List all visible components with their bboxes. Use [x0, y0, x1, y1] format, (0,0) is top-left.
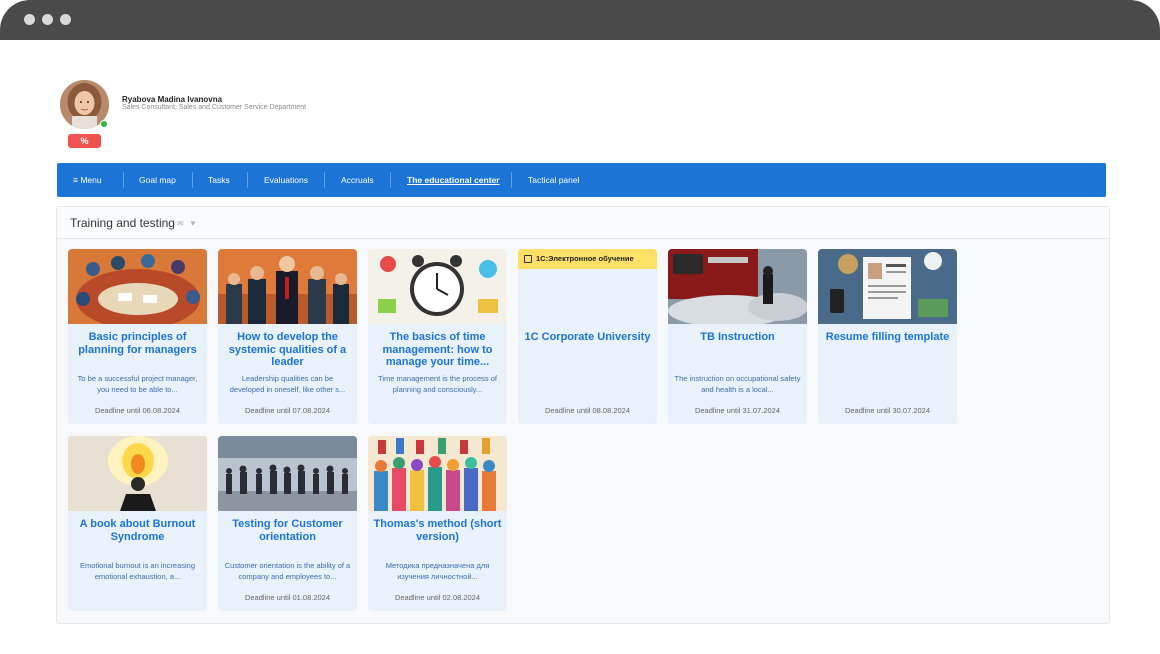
crowd-illustration: [218, 436, 357, 511]
nav-item-evaluations[interactable]: Evaluations: [264, 163, 308, 197]
nav-divider: [324, 172, 325, 188]
course-card[interactable]: Thomas's method (short version) Методика…: [368, 436, 507, 611]
menu-button[interactable]: ≡ Menu: [73, 163, 102, 197]
nav-divider: [511, 172, 512, 188]
course-description: Customer orientation is the ability of a…: [224, 561, 351, 581]
colorful-people-illustration: [368, 436, 507, 511]
nav-divider: [247, 172, 248, 188]
course-title[interactable]: How to develop the systemic qualities of…: [222, 331, 353, 369]
course-description: Leadership qualities can be developed in…: [229, 374, 346, 394]
course-description: Time management is the process of planni…: [378, 374, 497, 394]
window-control-maximize[interactable]: [60, 14, 71, 25]
course-card[interactable]: TB Instruction The instruction on occupa…: [668, 249, 807, 424]
training-panel: Training and testing ✉ ▼ Basic principle…: [56, 206, 1110, 624]
resume-desk-illustration: [818, 249, 957, 324]
course-title[interactable]: The basics of time management: how to ma…: [372, 331, 503, 369]
browser-window: % Ryabova Madina Ivanovna Sales Consulta…: [0, 0, 1160, 654]
course-deadline: Deadline until 08.08.2024: [544, 406, 631, 415]
course-card[interactable]: The basics of time management: how to ma…: [368, 249, 507, 424]
course-title[interactable]: 1C Corporate University: [522, 331, 653, 344]
completion-percent-badge[interactable]: %: [68, 134, 101, 148]
nav-divider: [192, 172, 193, 188]
envelope-icon[interactable]: ✉: [177, 219, 184, 228]
course-card[interactable]: Testing for Customer orientation Custome…: [218, 436, 357, 611]
nav-item-accruals[interactable]: Accruals: [341, 163, 374, 197]
course-deadline: Deadline until 02.08.2024: [394, 593, 481, 602]
burning-head-illustration: [68, 436, 207, 511]
user-name: Ryabova Madina Ivanovna: [122, 95, 223, 104]
section-title: Training and testing: [70, 216, 175, 230]
nav-item-goal-map[interactable]: Goal map: [139, 163, 176, 197]
window-titlebar: [0, 0, 1160, 40]
course-description: Emotional burnout is an increasing emoti…: [79, 561, 196, 581]
filter-icon[interactable]: ▼: [189, 219, 197, 228]
course-card[interactable]: How to develop the systemic qualities of…: [218, 249, 357, 424]
course-card[interactable]: A book about Burnout Syndrome Emotional …: [68, 436, 207, 611]
1c-logo-icon: [524, 255, 532, 263]
course-title[interactable]: Basic principles of planning for manager…: [72, 331, 203, 356]
course-description: To be a successful project manager, you …: [77, 374, 198, 394]
course-deadline: Deadline until 31.07.2024: [694, 406, 781, 415]
course-card[interactable]: 1С:Электронное обучение 1C Corporate Uni…: [518, 249, 657, 424]
nav-item-tasks[interactable]: Tasks: [208, 163, 230, 197]
1c-badge: 1С:Электронное обучение: [518, 249, 657, 269]
nav-item-educational-center[interactable]: The educational center: [407, 163, 500, 197]
course-title[interactable]: Thomas's method (short version): [372, 518, 503, 543]
course-deadline: Deadline until 30.07.2024: [844, 406, 931, 415]
course-description: Методика предназначена для изучения личн…: [385, 561, 490, 581]
nav-item-tactical-panel[interactable]: Tactical panel: [528, 163, 580, 197]
course-card[interactable]: Basic principles of planning for manager…: [68, 249, 207, 424]
1c-badge-label: 1С:Электронное обучение: [536, 254, 634, 263]
clock-illustration: [368, 249, 507, 324]
window-control-minimize[interactable]: [42, 14, 53, 25]
course-description: The instruction on occupational safety a…: [674, 374, 801, 394]
course-deadline: Deadline until 01.08.2024: [244, 593, 331, 602]
main-navbar: ≡ Menu Goal map Tasks Evaluations Accrua…: [57, 163, 1106, 197]
course-deadline: Deadline until 06.08.2024: [94, 406, 181, 415]
meeting-illustration: [68, 249, 207, 324]
panel-header: Training and testing ✉ ▼: [57, 207, 1109, 239]
user-role: Sales Consultant; Sales and Customer Ser…: [122, 104, 307, 111]
firetruck-photo: [668, 249, 807, 324]
nav-divider: [390, 172, 391, 188]
course-title[interactable]: TB Instruction: [672, 331, 803, 344]
course-title[interactable]: A book about Burnout Syndrome: [72, 518, 203, 543]
online-status-indicator: [100, 120, 108, 128]
leaders-illustration: [218, 249, 357, 324]
course-card[interactable]: Resume filling template Deadline until 3…: [818, 249, 957, 424]
course-title[interactable]: Resume filling template: [822, 331, 953, 344]
course-title[interactable]: Testing for Customer orientation: [222, 518, 353, 543]
course-deadline: Deadline until 07.08.2024: [244, 406, 331, 415]
window-control-close[interactable]: [24, 14, 35, 25]
nav-divider: [123, 172, 124, 188]
